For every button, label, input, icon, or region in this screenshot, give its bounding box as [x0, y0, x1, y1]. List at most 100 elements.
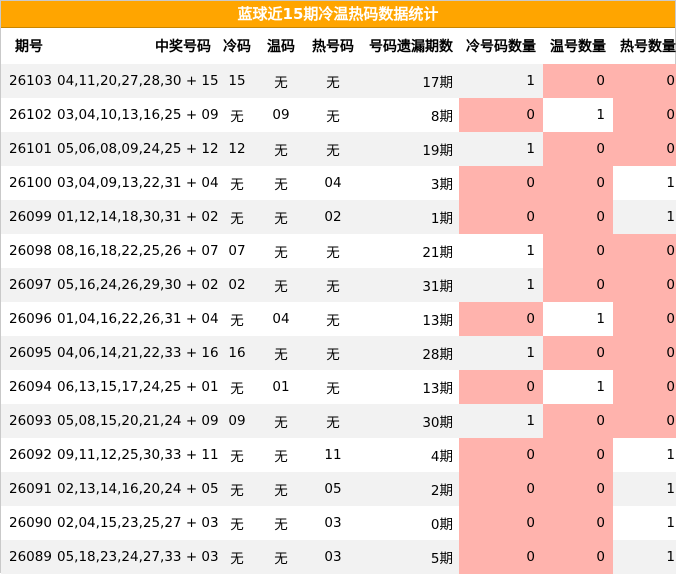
cell-hot-number: 无 — [303, 234, 363, 268]
cell-cold-number: 02 — [215, 268, 259, 302]
cell-warm-count: 0 — [543, 132, 613, 166]
cell-warm-count: 1 — [543, 98, 613, 132]
cell-warm-count: 0 — [543, 404, 613, 438]
col-header-warm-count: 温号数量 — [550, 39, 606, 55]
cell-cold-count: 0 — [459, 98, 543, 132]
cell-hot-number: 02 — [303, 200, 363, 234]
table-row: 26094 06,13,15,17,24,25 + 01 无 01 无 13期 0 1 0 — [1, 370, 676, 404]
cell-cold-number: 无 — [215, 302, 259, 336]
cell-winning-numbers: 04,11,20,27,28,30 + 15 — [57, 64, 219, 98]
cell-issue: 26100 — [1, 166, 57, 200]
cell-winning-numbers: 04,06,14,21,22,33 + 16 — [57, 336, 219, 370]
cell-miss-periods: 5期 — [363, 540, 459, 574]
cell-warm-count: 0 — [543, 472, 613, 506]
cell-cold-count: 0 — [459, 438, 543, 472]
cell-hot-count: 0 — [613, 302, 676, 336]
cell-warm-count: 0 — [543, 166, 613, 200]
cell-hot-number: 无 — [303, 370, 363, 404]
cell-cold-count: 1 — [459, 336, 543, 370]
cell-warm-count: 0 — [543, 540, 613, 574]
cell-hot-count: 1 — [613, 540, 676, 574]
cell-cold-number: 16 — [215, 336, 259, 370]
table-row: 26092 09,11,12,25,30,33 + 11 无无 11 4期 0 0 1 — [1, 438, 676, 472]
cell-warm-number: 无 — [259, 268, 303, 302]
cell-hot-count: 1 — [613, 200, 676, 234]
cell-warm-count: 0 — [543, 268, 613, 302]
col-header-cold-count: 冷号码数量 — [466, 39, 536, 55]
table-row: 26091 02,13,14,16,20,24 + 05 无无 05 2期 0 0 1 — [1, 472, 676, 506]
cell-warm-number: 无 — [259, 64, 303, 98]
stats-panel: 蓝球近15期冷温热码数据统计 期号 中奖号码 冷码 温码 热号码 号码遗漏期数 … — [0, 0, 676, 574]
cell-hot-count: 0 — [613, 268, 676, 302]
table-row: 26101 05,06,08,09,24,25 + 12 12 无无 19期 1 0 0 — [1, 132, 676, 166]
cell-warm-count: 0 — [543, 64, 613, 98]
cell-miss-periods: 19期 — [363, 132, 459, 166]
cell-cold-count: 0 — [459, 506, 543, 540]
cell-winning-numbers: 02,04,15,23,25,27 + 03 — [57, 506, 219, 540]
col-header-cold: 冷码 — [223, 39, 251, 55]
cell-hot-number: 无 — [303, 268, 363, 302]
cell-cold-count: 1 — [459, 234, 543, 268]
cell-miss-periods: 1期 — [363, 200, 459, 234]
cell-issue: 26098 — [1, 234, 57, 268]
table-row: 26093 05,08,15,20,21,24 + 09 09 无无 30期 1 0 0 — [1, 404, 676, 438]
cell-warm-number: 无 — [259, 472, 303, 506]
cell-hot-number: 03 — [303, 506, 363, 540]
cell-cold-number: 无 — [215, 438, 259, 472]
table-row: 26102 03,04,10,13,16,25 + 09 无 09 无 8期 0 1 0 — [1, 98, 676, 132]
cell-hot-count: 1 — [613, 166, 676, 200]
cell-issue: 26101 — [1, 132, 57, 166]
cell-warm-count: 0 — [543, 506, 613, 540]
cell-warm-number: 无 — [259, 200, 303, 234]
cell-issue: 26102 — [1, 98, 57, 132]
table-row: 26096 01,04,16,22,26,31 + 04 无 04 无 13期 0 1 0 — [1, 302, 676, 336]
cell-hot-count: 0 — [613, 64, 676, 98]
cell-cold-count: 0 — [459, 166, 543, 200]
cell-cold-count: 1 — [459, 404, 543, 438]
cell-hot-number: 无 — [303, 98, 363, 132]
cell-warm-count: 1 — [543, 302, 613, 336]
cell-winning-numbers: 05,16,24,26,29,30 + 02 — [57, 268, 219, 302]
col-header-hot-count: 热号数量 — [620, 39, 676, 55]
header-row: 期号 中奖号码 冷码 温码 热号码 号码遗漏期数 冷号码数量 温号数量 热号数量 — [1, 28, 676, 64]
cell-issue: 26093 — [1, 404, 57, 438]
cell-winning-numbers: 01,12,14,18,30,31 + 02 — [57, 200, 219, 234]
table-row: 26099 01,12,14,18,30,31 + 02 无无 02 1期 0 0 1 — [1, 200, 676, 234]
cell-cold-count: 1 — [459, 268, 543, 302]
table-row: 26103 04,11,20,27,28,30 + 15 15 无无 17期 1 0 0 — [1, 64, 676, 98]
cell-hot-count: 0 — [613, 336, 676, 370]
cell-miss-periods: 28期 — [363, 336, 459, 370]
cell-hot-number: 无 — [303, 302, 363, 336]
cell-warm-count: 0 — [543, 234, 613, 268]
cell-warm-number: 无 — [259, 132, 303, 166]
cell-hot-count: 1 — [613, 438, 676, 472]
cell-warm-count: 0 — [543, 438, 613, 472]
cell-miss-periods: 13期 — [363, 302, 459, 336]
cell-hot-count: 0 — [613, 98, 676, 132]
cell-hot-count: 0 — [613, 234, 676, 268]
cell-miss-periods: 30期 — [363, 404, 459, 438]
cell-miss-periods: 13期 — [363, 370, 459, 404]
cell-warm-number: 09 — [259, 98, 303, 132]
cell-hot-count: 0 — [613, 370, 676, 404]
cell-warm-number: 无 — [259, 166, 303, 200]
cell-hot-count: 0 — [613, 132, 676, 166]
cell-hot-number: 无 — [303, 336, 363, 370]
cell-warm-count: 0 — [543, 336, 613, 370]
cell-issue: 26094 — [1, 370, 57, 404]
table-row: 26090 02,04,15,23,25,27 + 03 无无 03 0期 0 0 1 — [1, 506, 676, 540]
cell-cold-number: 07 — [215, 234, 259, 268]
table-row: 26097 05,16,24,26,29,30 + 02 02 无无 31期 1 0 0 — [1, 268, 676, 302]
cell-miss-periods: 8期 — [363, 98, 459, 132]
col-header-miss: 号码遗漏期数 — [369, 39, 453, 55]
stats-table: 期号 中奖号码 冷码 温码 热号码 号码遗漏期数 冷号码数量 温号数量 热号数量… — [1, 28, 676, 574]
cell-issue: 26091 — [1, 472, 57, 506]
cell-hot-number: 11 — [303, 438, 363, 472]
cell-issue: 26103 — [1, 64, 57, 98]
cell-miss-periods: 2期 — [363, 472, 459, 506]
col-header-issue: 期号 — [15, 39, 43, 55]
table-row: 26100 03,04,09,13,22,31 + 04 无无 04 3期 0 0 1 — [1, 166, 676, 200]
cell-miss-periods: 21期 — [363, 234, 459, 268]
cell-warm-number: 无 — [259, 404, 303, 438]
cell-miss-periods: 17期 — [363, 64, 459, 98]
